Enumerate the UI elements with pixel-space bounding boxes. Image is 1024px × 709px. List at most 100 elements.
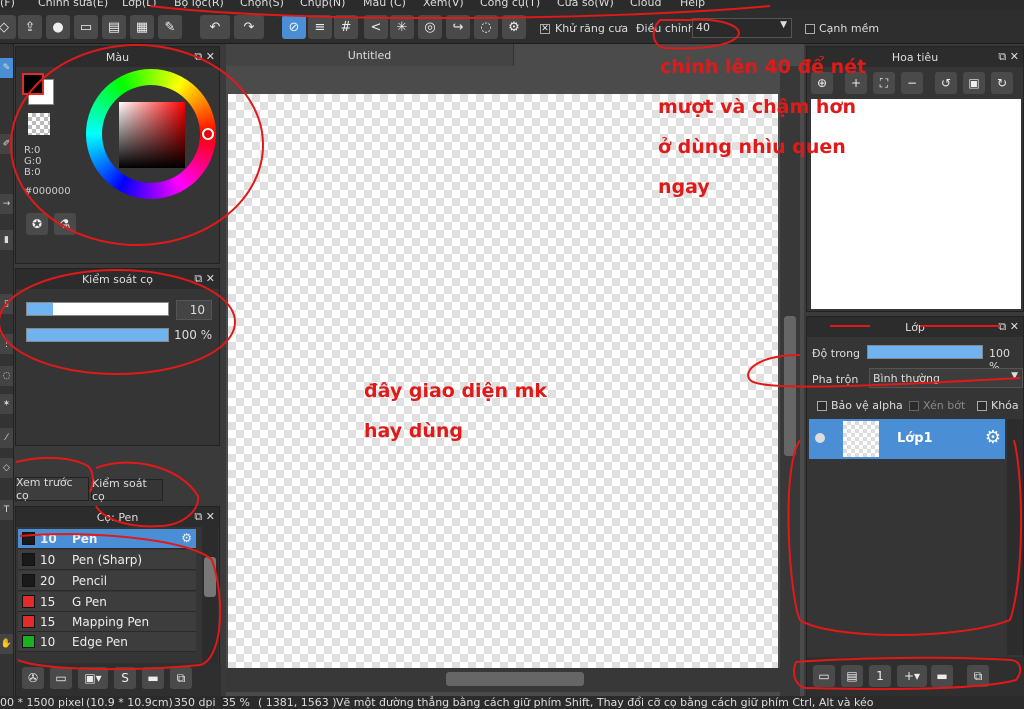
rect-tool-icon[interactable]: ▯ (0, 294, 13, 314)
transparent-color-swatch[interactable] (28, 113, 50, 135)
antialias-checkbox[interactable]: ✕ (540, 24, 550, 34)
menu-cloud[interactable]: Cloud (630, 0, 661, 9)
eraser-icon[interactable]: ◇ (0, 15, 16, 39)
layer-row[interactable]: Lớp1 ⚙ (809, 419, 1005, 459)
undo-icon[interactable]: ↶ (200, 15, 230, 39)
snap-ellipse-icon[interactable]: ◌ (474, 15, 498, 39)
page-icon[interactable]: ▤ (102, 15, 126, 39)
menu-edit[interactable]: Chỉnh sửa(E) (38, 0, 108, 9)
scrollbar-thumb[interactable] (204, 557, 216, 597)
panel-float-close-icon[interactable]: ⧉ ✕ (194, 50, 215, 64)
soft-edge-checkbox[interactable] (805, 24, 815, 34)
panels-icon[interactable]: ▦ (130, 15, 154, 39)
menu-help[interactable]: Help (680, 0, 705, 9)
edit-panel-icon[interactable]: ✎ (158, 15, 182, 39)
menu-color[interactable]: Màu (C) (363, 0, 406, 9)
horizontal-scrollbar[interactable] (226, 668, 780, 692)
pen-tool-icon[interactable]: ✎ (0, 58, 13, 78)
layer-list-scrollbar[interactable] (1007, 419, 1023, 655)
menu-capture[interactable]: Chụp(N) (300, 0, 345, 9)
brush-settings-icon[interactable]: ✇ (22, 667, 44, 689)
menu-filter[interactable]: Bộ lọc(R) (174, 0, 224, 9)
panel-float-close-icon[interactable]: ⧉ ✕ (194, 510, 215, 524)
saturation-value-square[interactable] (119, 102, 185, 168)
folder-icon[interactable]: ▬ (931, 665, 953, 687)
menu-view[interactable]: Xem(V) (423, 0, 464, 9)
snap-vanish-icon[interactable]: < (364, 15, 388, 39)
navigator-preview[interactable] (811, 99, 1021, 309)
scrollbar-thumb[interactable] (784, 316, 796, 456)
hue-handle[interactable] (202, 128, 214, 140)
brush-row[interactable]: 10 Edge Pen (18, 632, 196, 652)
snap-off-icon[interactable]: ⊘ (282, 15, 306, 39)
hand-tool-icon[interactable]: ✋ (0, 634, 13, 654)
rotate-right-icon[interactable]: ↻ (991, 72, 1013, 94)
tab-brush-control[interactable]: Kiểm soát cọ (91, 477, 163, 503)
zoom-out-icon[interactable]: − (901, 72, 923, 94)
brush-row[interactable]: 10 Pen (Sharp) (18, 550, 196, 570)
snap-curve-icon[interactable]: ↪ (446, 15, 470, 39)
menu-select[interactable]: Chọn(S) (240, 0, 284, 9)
tab-brush-preview[interactable]: Xem trước cọ (15, 476, 89, 502)
brush-row[interactable]: 10 Pen ⚙ (18, 529, 196, 549)
snap-radial-icon[interactable]: ✳ (390, 15, 414, 39)
brush-tool-icon[interactable]: ✐ (0, 134, 13, 154)
add-layer-menu-icon[interactable]: +▾ (897, 665, 927, 687)
gear-icon[interactable]: ⚙ (181, 531, 192, 545)
color-picker-icon[interactable]: ⚗ (54, 213, 76, 235)
blend-mode-select[interactable]: Bình thường ▼ (869, 368, 1023, 388)
menu-layer[interactable]: Lớp(L) (122, 0, 157, 9)
move-tool-icon[interactable]: → (0, 194, 13, 214)
layer-1bit-icon[interactable]: 1 (869, 665, 891, 687)
vertical-scrollbar[interactable] (780, 66, 800, 696)
foreground-color-swatch[interactable] (22, 73, 44, 95)
scrollbar-thumb[interactable] (446, 672, 584, 686)
fit-icon[interactable]: ⛶ (873, 72, 895, 94)
clipping-checkbox[interactable] (909, 401, 919, 411)
menu-file[interactable]: (F) (0, 0, 15, 9)
panel-float-close-icon[interactable]: ⧉ ✕ (998, 50, 1019, 64)
snap-circle-icon[interactable]: ◎ (418, 15, 442, 39)
lock-checkbox[interactable] (977, 401, 987, 411)
export-icon[interactable]: ⇪ (18, 15, 42, 39)
brush-row[interactable]: 15 G Pen (18, 592, 196, 612)
duplicate-icon[interactable]: ⧉ (170, 667, 192, 689)
protect-alpha-checkbox[interactable] (817, 401, 827, 411)
panel-float-close-icon[interactable]: ⧉ ✕ (998, 320, 1019, 334)
brush-row[interactable]: 20 Pencil (18, 571, 196, 591)
folder-icon[interactable]: ▬ (142, 667, 164, 689)
eye-icon[interactable] (815, 433, 825, 443)
snap-parallel-icon[interactable]: ≡ (308, 15, 332, 39)
brush-size-value[interactable]: 10 (176, 300, 212, 320)
layer-lock-icon[interactable]: ▤ (841, 665, 863, 687)
reset-view-icon[interactable]: ▣ (963, 72, 985, 94)
palette-icon[interactable]: ✪ (26, 213, 48, 235)
chat-icon[interactable]: ● (46, 15, 70, 39)
snap-grid-icon[interactable]: # (334, 15, 358, 39)
panel-float-close-icon[interactable]: ⧉ ✕ (194, 272, 215, 286)
fill-tool-icon[interactable]: ▮ (0, 230, 13, 250)
correction-select[interactable]: 40 ▼ (692, 18, 792, 38)
eyedropper-icon[interactable]: ⁄ (0, 428, 13, 448)
eraser-tool-icon[interactable]: ◇ (0, 458, 13, 478)
new-icon[interactable]: ▭ (74, 15, 98, 39)
brush-opacity-slider[interactable] (26, 328, 169, 342)
lasso-tool-icon[interactable]: ◌ (0, 366, 13, 386)
wand-tool-icon[interactable]: ✶ (0, 394, 13, 414)
snap-settings-icon[interactable]: ⚙ (502, 15, 526, 39)
menu-window[interactable]: Cửa sổ(W) (557, 0, 614, 9)
menu-tools[interactable]: Công cụ(T) (480, 0, 540, 9)
select-tool-icon[interactable]: ⋮ (0, 334, 13, 354)
brush-row[interactable]: 15 Mapping Pen (18, 612, 196, 632)
duplicate-icon[interactable]: ⧉ (967, 665, 989, 687)
layer-opacity-slider[interactable] (867, 345, 983, 359)
brush-save-icon[interactable]: S (114, 667, 136, 689)
text-tool-icon[interactable]: T (0, 500, 13, 520)
rotate-left-icon[interactable]: ↺ (935, 72, 957, 94)
brush-size-slider[interactable] (26, 302, 169, 316)
gear-icon[interactable]: ⚙ (985, 427, 1001, 448)
brush-import-icon[interactable]: ▣▾ (78, 667, 108, 689)
new-layer-icon[interactable]: ▭ (813, 665, 835, 687)
redo-icon[interactable]: ↷ (234, 15, 264, 39)
brush-list-scrollbar[interactable] (202, 527, 218, 663)
